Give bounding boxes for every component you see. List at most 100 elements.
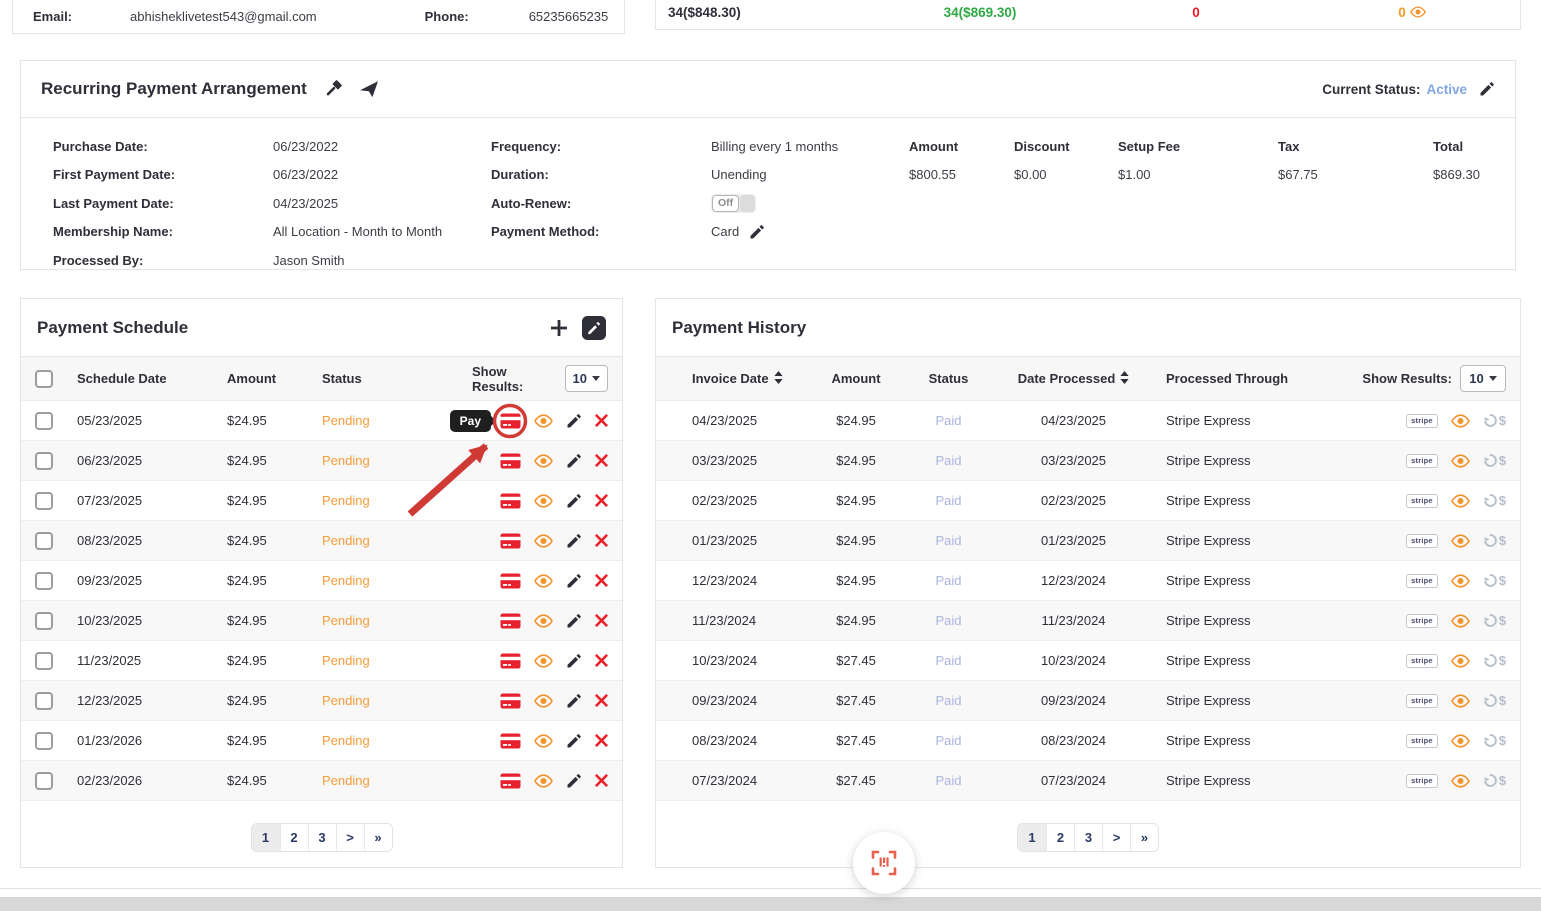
- show-results-select[interactable]: 10: [565, 365, 609, 392]
- view-icon[interactable]: [1451, 494, 1470, 508]
- view-icon[interactable]: [534, 574, 553, 588]
- view-icon[interactable]: [534, 734, 553, 748]
- pagination-button[interactable]: 2: [1046, 824, 1074, 851]
- refund-icon[interactable]: $: [1483, 773, 1506, 788]
- edit-icon[interactable]: [566, 773, 582, 789]
- pay-card-icon[interactable]: [500, 733, 521, 749]
- refund-icon[interactable]: $: [1483, 693, 1506, 708]
- row-checkbox[interactable]: [35, 732, 53, 750]
- refund-icon[interactable]: $: [1483, 533, 1506, 548]
- delete-icon[interactable]: [595, 414, 608, 427]
- pagination-button[interactable]: 3: [308, 824, 336, 851]
- sort-icon[interactable]: [1120, 371, 1129, 387]
- view-icon[interactable]: [1451, 734, 1470, 748]
- send-icon[interactable]: [359, 80, 379, 98]
- pay-card-icon[interactable]: [500, 453, 521, 469]
- row-checkbox[interactable]: [35, 532, 53, 550]
- edit-icon[interactable]: [566, 733, 582, 749]
- pay-card-icon[interactable]: [500, 573, 521, 589]
- view-icon[interactable]: [534, 694, 553, 708]
- auto-renew-toggle[interactable]: Off: [711, 194, 756, 213]
- gavel-icon[interactable]: [323, 79, 343, 99]
- row-checkbox[interactable]: [35, 692, 53, 710]
- view-icon[interactable]: [534, 454, 553, 468]
- edit-icon[interactable]: [566, 653, 582, 669]
- view-icon[interactable]: [1451, 774, 1470, 788]
- select-all-checkbox[interactable]: [35, 370, 53, 388]
- edit-icon[interactable]: [566, 533, 582, 549]
- pay-card-icon[interactable]: [500, 653, 521, 669]
- view-icon[interactable]: [1451, 454, 1470, 468]
- edit-icon[interactable]: [566, 493, 582, 509]
- eye-icon[interactable]: [1410, 6, 1426, 18]
- row-checkbox[interactable]: [35, 652, 53, 670]
- delete-icon[interactable]: [595, 774, 608, 787]
- refund-icon[interactable]: $: [1483, 573, 1506, 588]
- barcode-scan-button[interactable]: [853, 832, 915, 894]
- pagination-button[interactable]: 2: [280, 824, 308, 851]
- row-checkbox[interactable]: [35, 492, 53, 510]
- pay-card-icon[interactable]: [500, 533, 521, 549]
- pay-card-icon[interactable]: [500, 613, 521, 629]
- stripe-badge[interactable]: stripe: [1406, 534, 1438, 548]
- view-icon[interactable]: [1451, 414, 1470, 428]
- row-checkbox[interactable]: [35, 572, 53, 590]
- delete-icon[interactable]: [595, 494, 608, 507]
- edit-payment-method-icon[interactable]: [749, 224, 765, 240]
- row-checkbox[interactable]: [35, 452, 53, 470]
- row-checkbox[interactable]: [35, 412, 53, 430]
- stripe-badge[interactable]: stripe: [1406, 574, 1438, 588]
- stripe-badge[interactable]: stripe: [1406, 614, 1438, 628]
- view-icon[interactable]: [534, 414, 553, 428]
- pay-card-icon[interactable]: [500, 693, 521, 709]
- edit-icon[interactable]: [566, 413, 582, 429]
- stripe-badge[interactable]: stripe: [1406, 414, 1438, 428]
- edit-icon[interactable]: [566, 693, 582, 709]
- pay-card-icon[interactable]: Pay: [500, 413, 521, 429]
- add-payment-icon[interactable]: [550, 319, 568, 337]
- edit-icon[interactable]: [566, 453, 582, 469]
- pagination-button[interactable]: 1: [1018, 824, 1046, 851]
- refund-icon[interactable]: $: [1483, 613, 1506, 628]
- view-icon[interactable]: [1451, 614, 1470, 628]
- refund-icon[interactable]: $: [1483, 493, 1506, 508]
- delete-icon[interactable]: [595, 734, 608, 747]
- delete-icon[interactable]: [595, 694, 608, 707]
- view-icon[interactable]: [534, 534, 553, 548]
- view-icon[interactable]: [1451, 654, 1470, 668]
- pagination-button[interactable]: 3: [1074, 824, 1102, 851]
- stripe-badge[interactable]: stripe: [1406, 494, 1438, 508]
- pagination-button[interactable]: >: [336, 824, 364, 851]
- edit-icon[interactable]: [566, 573, 582, 589]
- refund-icon[interactable]: $: [1483, 453, 1506, 468]
- edit-status-icon[interactable]: [1479, 81, 1495, 97]
- view-icon[interactable]: [534, 654, 553, 668]
- edit-icon[interactable]: [566, 613, 582, 629]
- view-icon[interactable]: [534, 774, 553, 788]
- delete-icon[interactable]: [595, 574, 608, 587]
- pay-card-icon[interactable]: [500, 493, 521, 509]
- pagination-button[interactable]: >: [1102, 824, 1130, 851]
- show-results-select[interactable]: 10: [1460, 365, 1506, 392]
- row-checkbox[interactable]: [35, 772, 53, 790]
- delete-icon[interactable]: [595, 534, 608, 547]
- view-icon[interactable]: [534, 614, 553, 628]
- delete-icon[interactable]: [595, 654, 608, 667]
- delete-icon[interactable]: [595, 454, 608, 467]
- sort-icon[interactable]: [774, 371, 783, 387]
- view-icon[interactable]: [1451, 534, 1470, 548]
- view-icon[interactable]: [1451, 574, 1470, 588]
- view-icon[interactable]: [534, 494, 553, 508]
- pagination-button[interactable]: »: [364, 824, 392, 851]
- pagination-button[interactable]: 1: [252, 824, 280, 851]
- refund-icon[interactable]: $: [1483, 653, 1506, 668]
- refund-icon[interactable]: $: [1483, 413, 1506, 428]
- stripe-badge[interactable]: stripe: [1406, 454, 1438, 468]
- refund-icon[interactable]: $: [1483, 733, 1506, 748]
- stripe-badge[interactable]: stripe: [1406, 694, 1438, 708]
- pagination-button[interactable]: »: [1130, 824, 1158, 851]
- delete-icon[interactable]: [595, 614, 608, 627]
- pay-card-icon[interactable]: [500, 773, 521, 789]
- view-icon[interactable]: [1451, 694, 1470, 708]
- edit-square-icon[interactable]: [582, 316, 606, 340]
